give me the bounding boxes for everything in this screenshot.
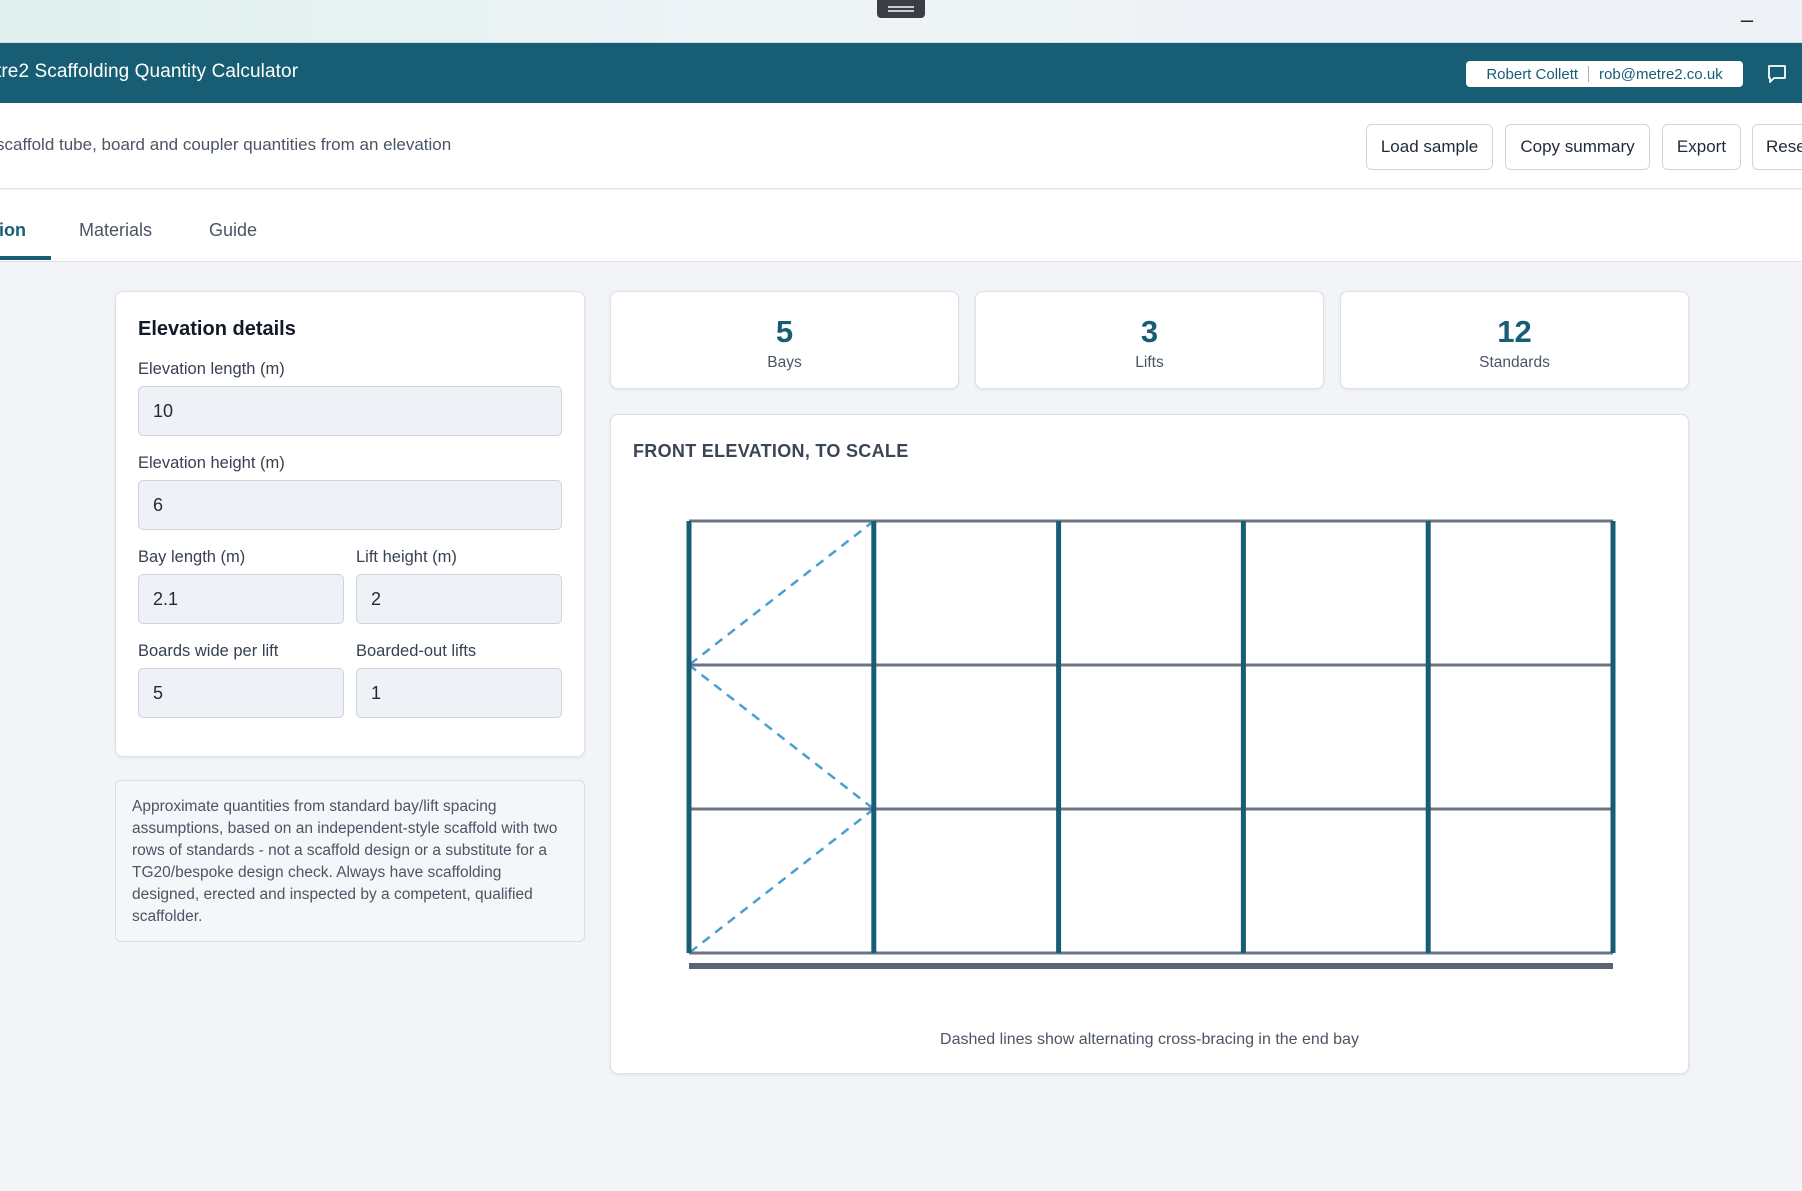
scaffold-elevation-drawing — [686, 519, 1616, 969]
stat-card-bays: 5 Bays — [610, 291, 959, 389]
bay-length-input[interactable] — [138, 574, 344, 624]
cross-brace-line — [688, 808, 875, 954]
stat-card-standards: 12 Standards — [1340, 291, 1689, 389]
drag-handle-icon[interactable] — [877, 0, 925, 18]
elevation-caption: Dashed lines show alternating cross-brac… — [940, 1031, 1359, 1048]
elevation-length-label: Elevation length (m) — [138, 360, 285, 378]
bays-label: Bays — [767, 354, 802, 371]
export-button[interactable]: Export — [1662, 124, 1741, 170]
tab-bar: ion Materials Guide — [0, 190, 1802, 262]
disclaimer-note: Approximate quantities from standard bay… — [115, 780, 585, 942]
feedback-chat-icon[interactable] — [1765, 62, 1789, 86]
cross-brace-line — [688, 520, 875, 666]
front-elevation-card: FRONT ELEVATION, TO SCALE Dashed lines s… — [610, 414, 1689, 1074]
tab-materials[interactable]: Materials — [79, 220, 152, 241]
cross-brace-line — [688, 664, 875, 810]
user-badge: Robert Collett rob@metre2.co.uk — [1466, 61, 1743, 87]
app-header: tre2 Scaffolding Quantity Calculator Rob… — [0, 43, 1802, 103]
boarded-lifts-label: Boarded-out lifts — [356, 642, 477, 660]
standards-count: 12 — [1497, 314, 1532, 349]
elevation-length-input[interactable] — [138, 386, 562, 436]
bay-length-label: Bay length (m) — [138, 548, 246, 566]
elevation-height-label: Elevation height (m) — [138, 454, 285, 472]
page-subtitle: scaffold tube, board and coupler quantit… — [0, 135, 452, 154]
lifts-label: Lifts — [1135, 354, 1164, 371]
tab-elevation[interactable]: ion — [0, 220, 26, 241]
load-sample-button[interactable]: Load sample — [1366, 124, 1493, 170]
user-email: rob@metre2.co.uk — [1599, 65, 1723, 83]
active-tab-indicator — [0, 256, 51, 260]
boards-wide-label: Boards wide per lift — [138, 642, 279, 660]
user-badge-divider — [1588, 66, 1590, 82]
subheader: scaffold tube, board and coupler quantit… — [0, 103, 1802, 189]
app-title: tre2 Scaffolding Quantity Calculator — [0, 61, 299, 82]
standards-label: Standards — [1479, 354, 1550, 371]
lift-height-label: Lift height (m) — [356, 548, 457, 566]
boarded-lifts-input[interactable] — [356, 668, 562, 718]
reset-button[interactable]: Rese — [1752, 124, 1802, 170]
elevation-height-input[interactable] — [138, 480, 562, 530]
tab-guide[interactable]: Guide — [209, 220, 257, 241]
copy-summary-button[interactable]: Copy summary — [1505, 124, 1650, 170]
boards-wide-input[interactable] — [138, 668, 344, 718]
user-name: Robert Collett — [1486, 65, 1579, 83]
bays-count: 5 — [775, 314, 794, 349]
window-title-strip: – — [0, 0, 1802, 43]
form-title: Elevation details — [138, 318, 296, 340]
stat-card-lifts: 3 Lifts — [975, 291, 1324, 389]
lift-height-input[interactable] — [356, 574, 562, 624]
minimize-icon[interactable]: – — [1735, 9, 1759, 34]
elevation-details-card: Elevation details Elevation length (m) E… — [115, 291, 585, 757]
lifts-count: 3 — [1140, 314, 1159, 349]
